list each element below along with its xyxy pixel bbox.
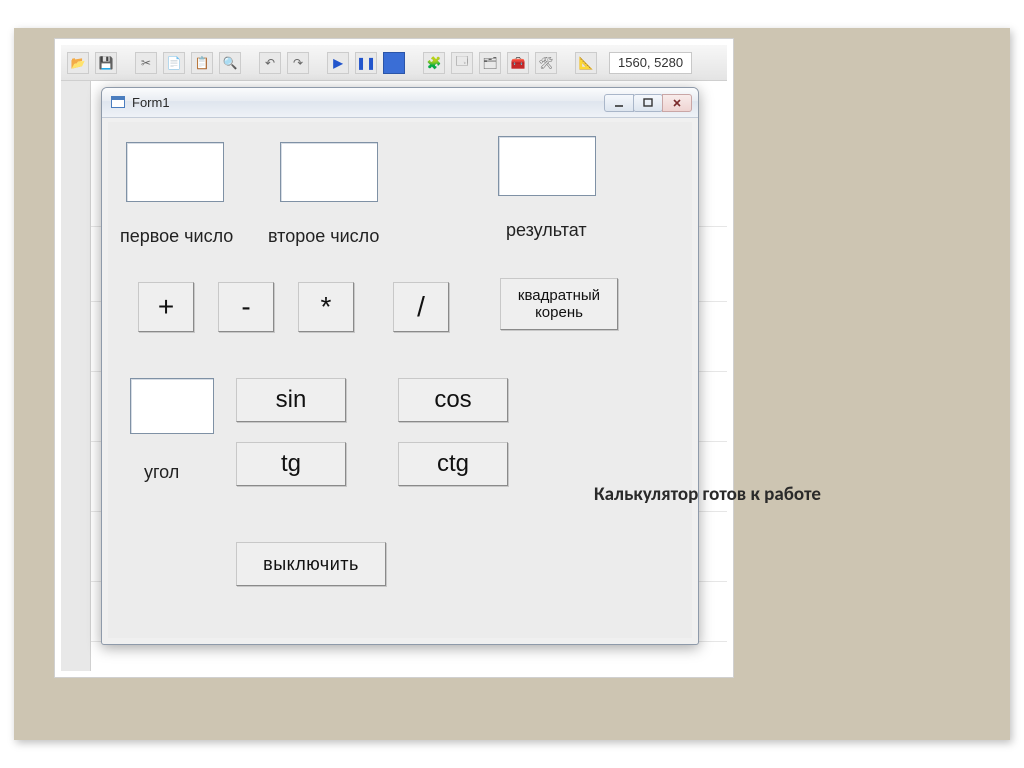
tool-save-icon[interactable]: 💾	[95, 52, 117, 74]
tool-toolbox-icon[interactable]: 🧰	[507, 52, 529, 74]
form-icon	[110, 95, 126, 111]
slide-background: 📂 💾 ✂ 📄 📋 🔍 ↶ ↷ ▶ ❚❚ 🧩 🗔 🗂 🧰 🛠 📐 1560, 5…	[14, 28, 1010, 740]
cursor-coordinates: 1560, 5280	[609, 52, 692, 74]
window-title: Form1	[132, 95, 170, 110]
angle-label: угол	[144, 462, 179, 483]
first-number-label: первое число	[120, 226, 233, 247]
result-input[interactable]	[498, 136, 596, 196]
plus-button[interactable]: +	[138, 282, 194, 332]
tg-button[interactable]: tg	[236, 442, 346, 486]
result-label: результат	[506, 220, 587, 241]
second-number-label: второе число	[268, 226, 379, 247]
tool-components-icon[interactable]: 🧩	[423, 52, 445, 74]
ide-screenshot: 📂 💾 ✂ 📄 📋 🔍 ↶ ↷ ▶ ❚❚ 🧩 🗔 🗂 🧰 🛠 📐 1560, 5…	[54, 38, 734, 678]
ide-toolbar: 📂 💾 ✂ 📄 📋 🔍 ↶ ↷ ▶ ❚❚ 🧩 🗔 🗂 🧰 🛠 📐 1560, 5…	[61, 45, 727, 81]
tool-stop-icon[interactable]	[383, 52, 405, 74]
form-client-area: первое число второе число результат + - …	[108, 122, 692, 638]
off-button[interactable]: выключить	[236, 542, 386, 586]
tool-project-icon[interactable]: 🗂	[479, 52, 501, 74]
cos-button[interactable]: cos	[398, 378, 508, 422]
tool-undo-icon[interactable]: ↶	[259, 52, 281, 74]
ide-left-toolbox	[61, 81, 91, 671]
ctg-button[interactable]: ctg	[398, 442, 508, 486]
tool-forms-icon[interactable]: 🗔	[451, 52, 473, 74]
maximize-button[interactable]	[633, 94, 663, 112]
angle-input[interactable]	[130, 378, 214, 434]
tool-redo-icon[interactable]: ↷	[287, 52, 309, 74]
close-button[interactable]	[662, 94, 692, 112]
sin-button[interactable]: sin	[236, 378, 346, 422]
tool-pause-icon[interactable]: ❚❚	[355, 52, 377, 74]
tool-copy-icon[interactable]: 📄	[163, 52, 185, 74]
tool-paste-icon[interactable]: 📋	[191, 52, 213, 74]
divide-button[interactable]: /	[393, 282, 449, 332]
window-buttons	[605, 94, 692, 112]
slide-caption: Калькулятор готов к работе	[594, 483, 821, 506]
sqrt-button[interactable]: квадратный корень	[500, 278, 618, 330]
tool-ruler-icon[interactable]: 📐	[575, 52, 597, 74]
minimize-button[interactable]	[604, 94, 634, 112]
tool-settings-icon[interactable]: 🛠	[535, 52, 557, 74]
tool-open-icon[interactable]: 📂	[67, 52, 89, 74]
second-number-input[interactable]	[280, 142, 378, 202]
first-number-input[interactable]	[126, 142, 224, 202]
tool-find-icon[interactable]: 🔍	[219, 52, 241, 74]
tool-cut-icon[interactable]: ✂	[135, 52, 157, 74]
multiply-button[interactable]: *	[298, 282, 354, 332]
form-window: Form1 пе	[101, 87, 699, 645]
minus-button[interactable]: -	[218, 282, 274, 332]
titlebar[interactable]: Form1	[102, 88, 698, 118]
tool-run-icon[interactable]: ▶	[327, 52, 349, 74]
